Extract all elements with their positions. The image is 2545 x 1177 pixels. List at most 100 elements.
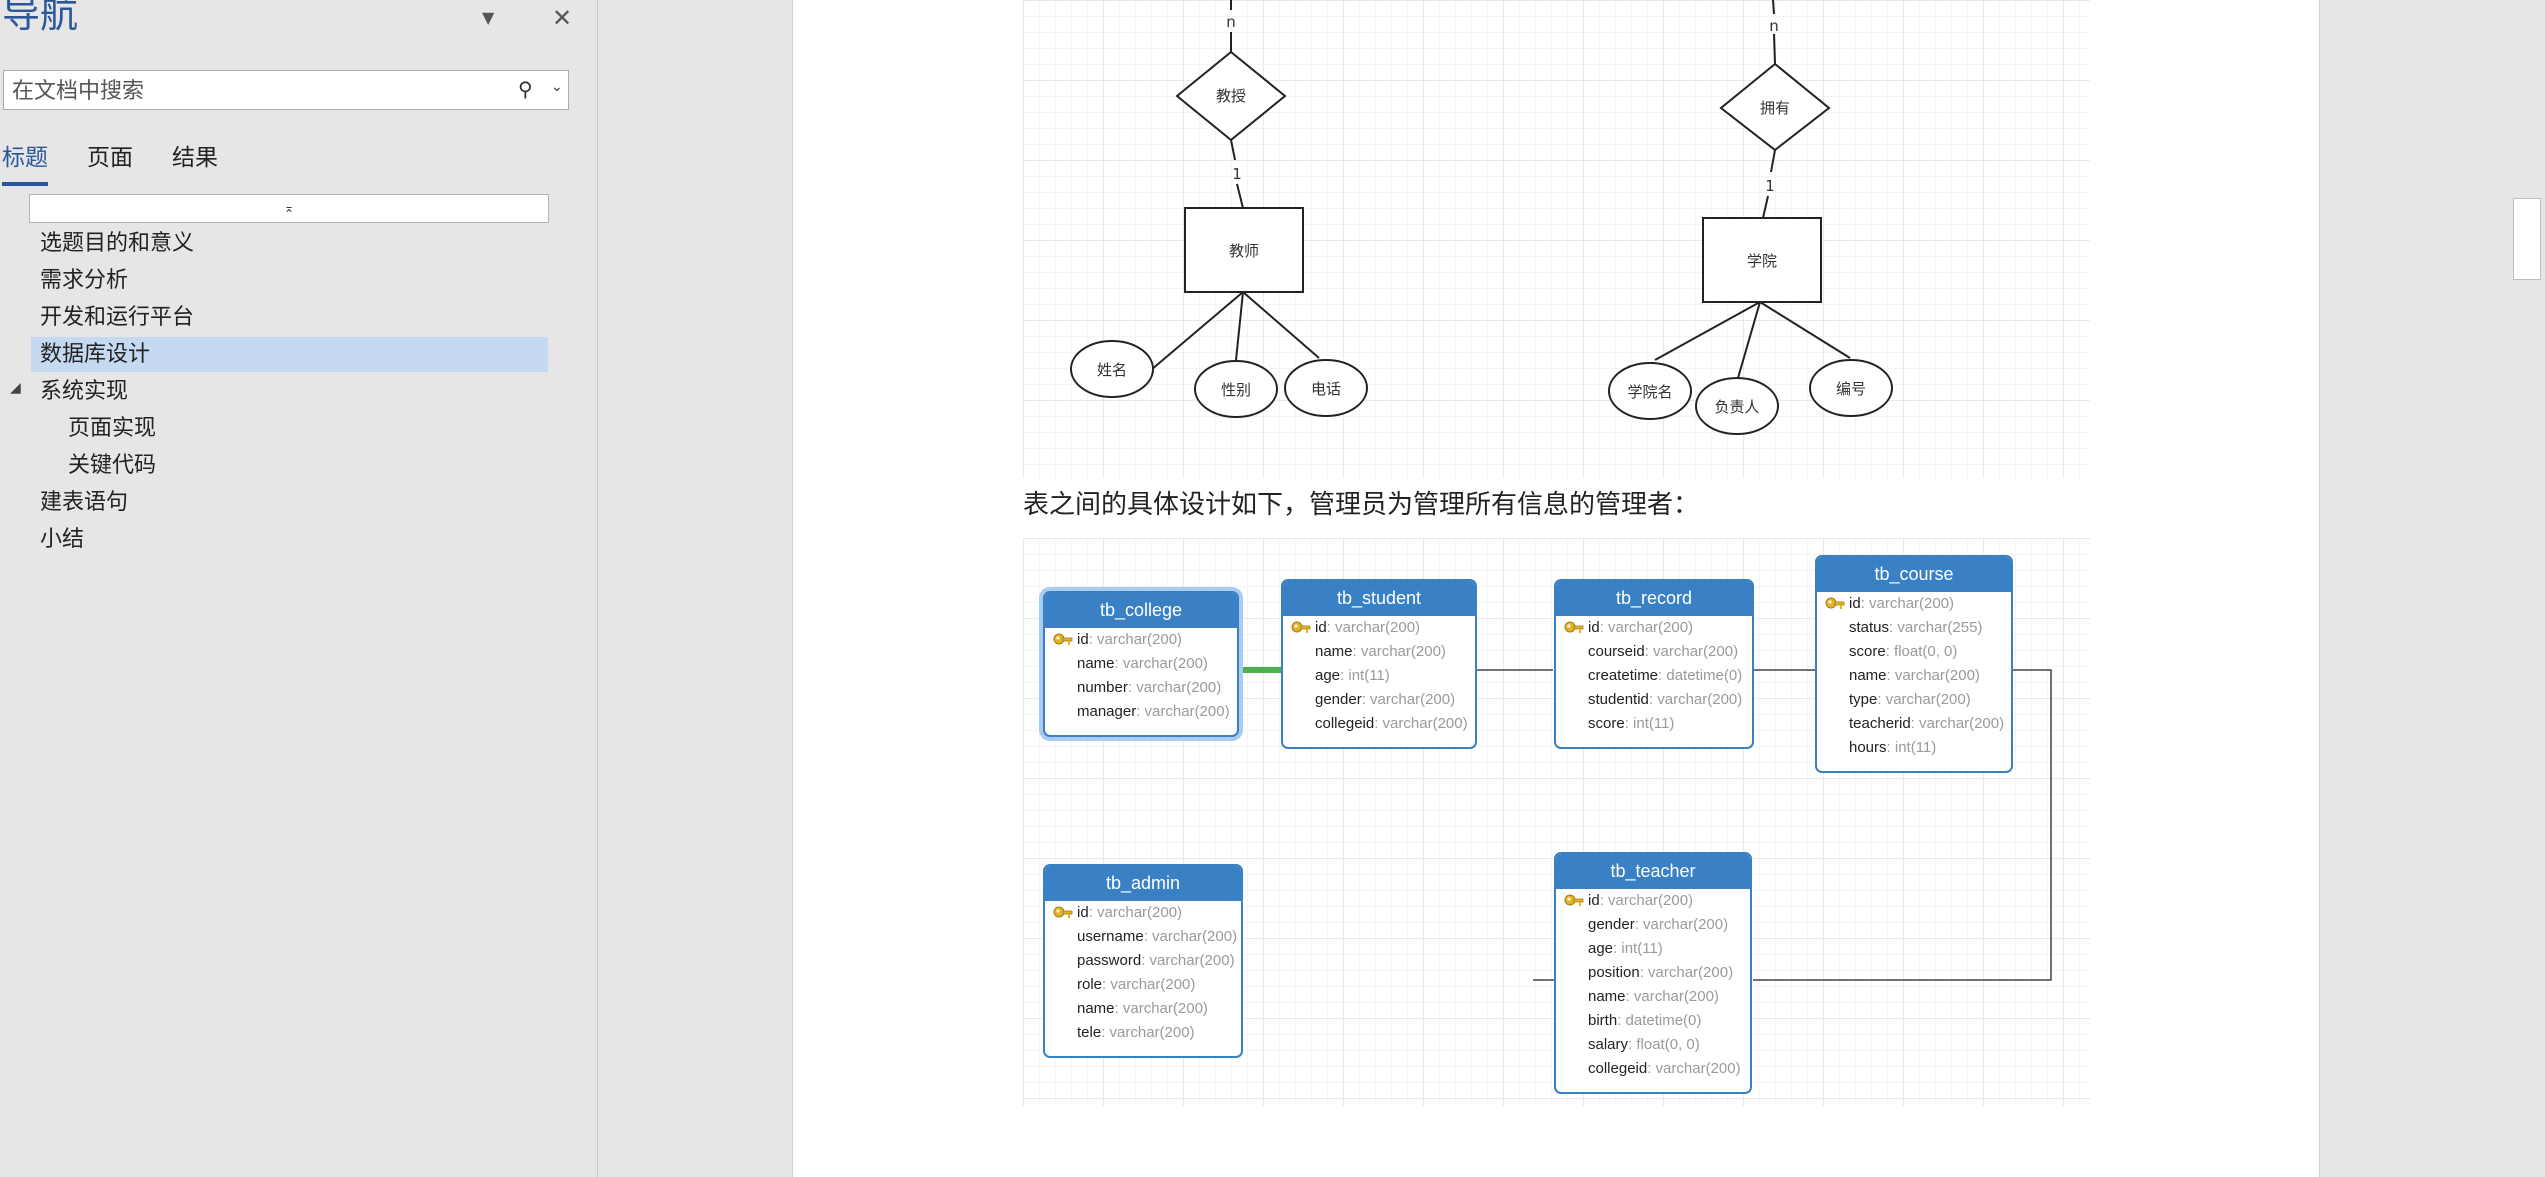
table-field-row: score: float(0, 0) [1817, 640, 2011, 664]
field-type: : varchar(200) [1361, 691, 1456, 708]
heading-item[interactable]: 建表语句 [31, 485, 548, 520]
field-type: : varchar(200) [1101, 1024, 1195, 1041]
field-name: name [1315, 643, 1353, 660]
heading-item[interactable]: 系统实现 [31, 374, 548, 409]
field-name: manager [1077, 703, 1137, 720]
field-type: : varchar(200) [1860, 595, 1955, 612]
rel-label-own: 拥有 [1760, 99, 1790, 117]
table-field-row: collegeid: varchar(200) [1556, 1057, 1750, 1081]
table-field-row: password: varchar(200) [1045, 949, 1241, 973]
nav-options-icon[interactable]: ▼ [482, 8, 494, 27]
heading-item[interactable]: 数据库设计 [31, 337, 548, 372]
table-field-row: manager: varchar(200) [1045, 700, 1237, 724]
table-card-tb-teacher[interactable]: tb_teacher id: varchar(200) gender: varcha… [1554, 852, 1752, 1094]
field-type: : varchar(200) [1374, 715, 1468, 732]
table-field-row: type: varchar(200) [1817, 688, 2011, 712]
table-field-row: hours: int(11) [1817, 736, 2011, 760]
heading-item[interactable]: 需求分析 [31, 263, 548, 298]
field-type: : varchar(200) [1352, 643, 1446, 660]
primary-key-icon [1825, 596, 1845, 612]
table-field-row: id: varchar(200) [1817, 592, 2011, 616]
field-name: id [1315, 619, 1327, 636]
attr-label-name: 姓名 [1097, 361, 1127, 379]
table-field-row: age: int(11) [1283, 664, 1475, 688]
card-left-top: n [1226, 13, 1236, 31]
table-field-row: number: varchar(200) [1045, 676, 1237, 700]
table-card-tb-record[interactable]: tb_record id: varchar(200) courseid: varch… [1554, 579, 1754, 749]
field-type: : varchar(255) [1889, 619, 1983, 636]
field-type: : varchar(200) [1599, 619, 1694, 636]
field-name: type [1849, 691, 1878, 708]
field-type: : varchar(200) [1877, 691, 1971, 708]
heading-item[interactable]: 小结 [31, 522, 548, 557]
field-type: : varchar(200) [1127, 679, 1222, 696]
table-field-row: id: varchar(200) [1045, 628, 1237, 652]
expand-triangle-icon[interactable]: ◢ [10, 380, 21, 396]
field-type: : varchar(200) [1910, 715, 2005, 732]
close-icon[interactable]: ✕ [552, 4, 572, 32]
search-input[interactable] [10, 75, 494, 107]
card-right-top: n [1769, 17, 1779, 35]
entity-label-college: 学院 [1747, 252, 1777, 270]
field-name: role [1077, 976, 1103, 993]
chevron-down-icon[interactable]: ⌄ [551, 79, 563, 95]
field-name: createtime [1588, 667, 1659, 684]
field-type: : int(11) [1340, 667, 1390, 684]
field-name: username [1077, 928, 1144, 945]
primary-key-icon [1291, 620, 1311, 636]
table-field-row: salary: float(0, 0) [1556, 1033, 1750, 1057]
table-field-row: name: varchar(200) [1556, 985, 1750, 1009]
heading-item[interactable]: 关键代码 [59, 448, 548, 483]
table-name: tb_teacher [1556, 854, 1750, 889]
field-type: : datetime(0) [1617, 1012, 1702, 1029]
field-name: studentid [1588, 691, 1649, 708]
table-field-row: role: varchar(200) [1045, 973, 1241, 997]
vertical-scrollbar[interactable] [2513, 198, 2541, 280]
attr-label-college-name: 学院名 [1627, 383, 1672, 401]
heading-item[interactable]: 开发和运行平台 [31, 300, 548, 335]
table-field-row: gender: varchar(200) [1556, 913, 1750, 937]
table-card-tb-admin[interactable]: tb_admin id: varchar(200) username: varcha… [1043, 864, 1243, 1058]
field-type: : varchar(200) [1644, 643, 1739, 660]
field-name: id [1588, 892, 1600, 909]
table-field-row: gender: varchar(200) [1283, 688, 1475, 712]
field-name: salary [1588, 1036, 1629, 1053]
attr-label-gender: 性别 [1221, 381, 1251, 399]
tab-results[interactable]: 结果 [172, 138, 218, 182]
field-type: : varchar(200) [1634, 916, 1729, 933]
field-type: : varchar(200) [1088, 904, 1183, 921]
heading-item[interactable]: 页面实现 [59, 411, 548, 446]
er-diagram: n 教授 1 教师 姓名 性别 电话 n 拥有 1 学院 学院名 负责人 编号 [1023, 0, 2090, 478]
field-type: : int(11) [1886, 739, 1937, 756]
field-name: collegeid [1588, 1060, 1648, 1077]
field-name: hours [1849, 739, 1887, 756]
heading-item[interactable]: 选题目的和意义 [31, 226, 548, 261]
table-field-row: score: int(11) [1556, 712, 1752, 736]
table-card-tb-course[interactable]: tb_course id: varchar(200) status: varchar… [1815, 555, 2013, 773]
attr-label-phone: 电话 [1311, 380, 1341, 398]
field-type: : varchar(200) [1141, 952, 1235, 969]
search-icon[interactable]: ⚲ [518, 77, 533, 101]
field-name: id [1588, 619, 1600, 636]
field-name: teacherid [1849, 715, 1911, 732]
table-field-row: id: varchar(200) [1556, 889, 1750, 913]
table-field-row: courseid: varchar(200) [1556, 640, 1752, 664]
field-name: age [1588, 940, 1614, 957]
table-field-row: collegeid: varchar(200) [1283, 712, 1475, 736]
table-field-row: status: varchar(255) [1817, 616, 2011, 640]
tab-pages[interactable]: 页面 [87, 138, 133, 182]
field-name: id [1849, 595, 1861, 612]
table-field-row: name: varchar(200) [1045, 997, 1241, 1021]
primary-key-icon [1564, 893, 1584, 909]
table-card-tb-student[interactable]: tb_student id: varchar(200) name: varchar(… [1281, 579, 1477, 749]
navigation-pane: 导航 ▼ ✕ ⚲ ⌄ 标题 页面 结果 ⌅ 选题目的和意义需求分析开发和运行平台… [0, 0, 598, 1177]
table-card-tb-college[interactable]: tb_college id: varchar(200) name: varchar(… [1043, 591, 1239, 737]
tab-headings[interactable]: 标题 [2, 138, 48, 186]
field-type: : varchar(200) [1648, 691, 1743, 708]
collapse-all-button[interactable]: ⌅ [29, 194, 549, 223]
table-field-row: name: varchar(200) [1045, 652, 1237, 676]
table-field-row: id: varchar(200) [1283, 616, 1475, 640]
search-box[interactable]: ⚲ ⌄ [3, 70, 569, 110]
nav-title: 导航 [2, 0, 79, 36]
field-name: password [1077, 952, 1142, 969]
